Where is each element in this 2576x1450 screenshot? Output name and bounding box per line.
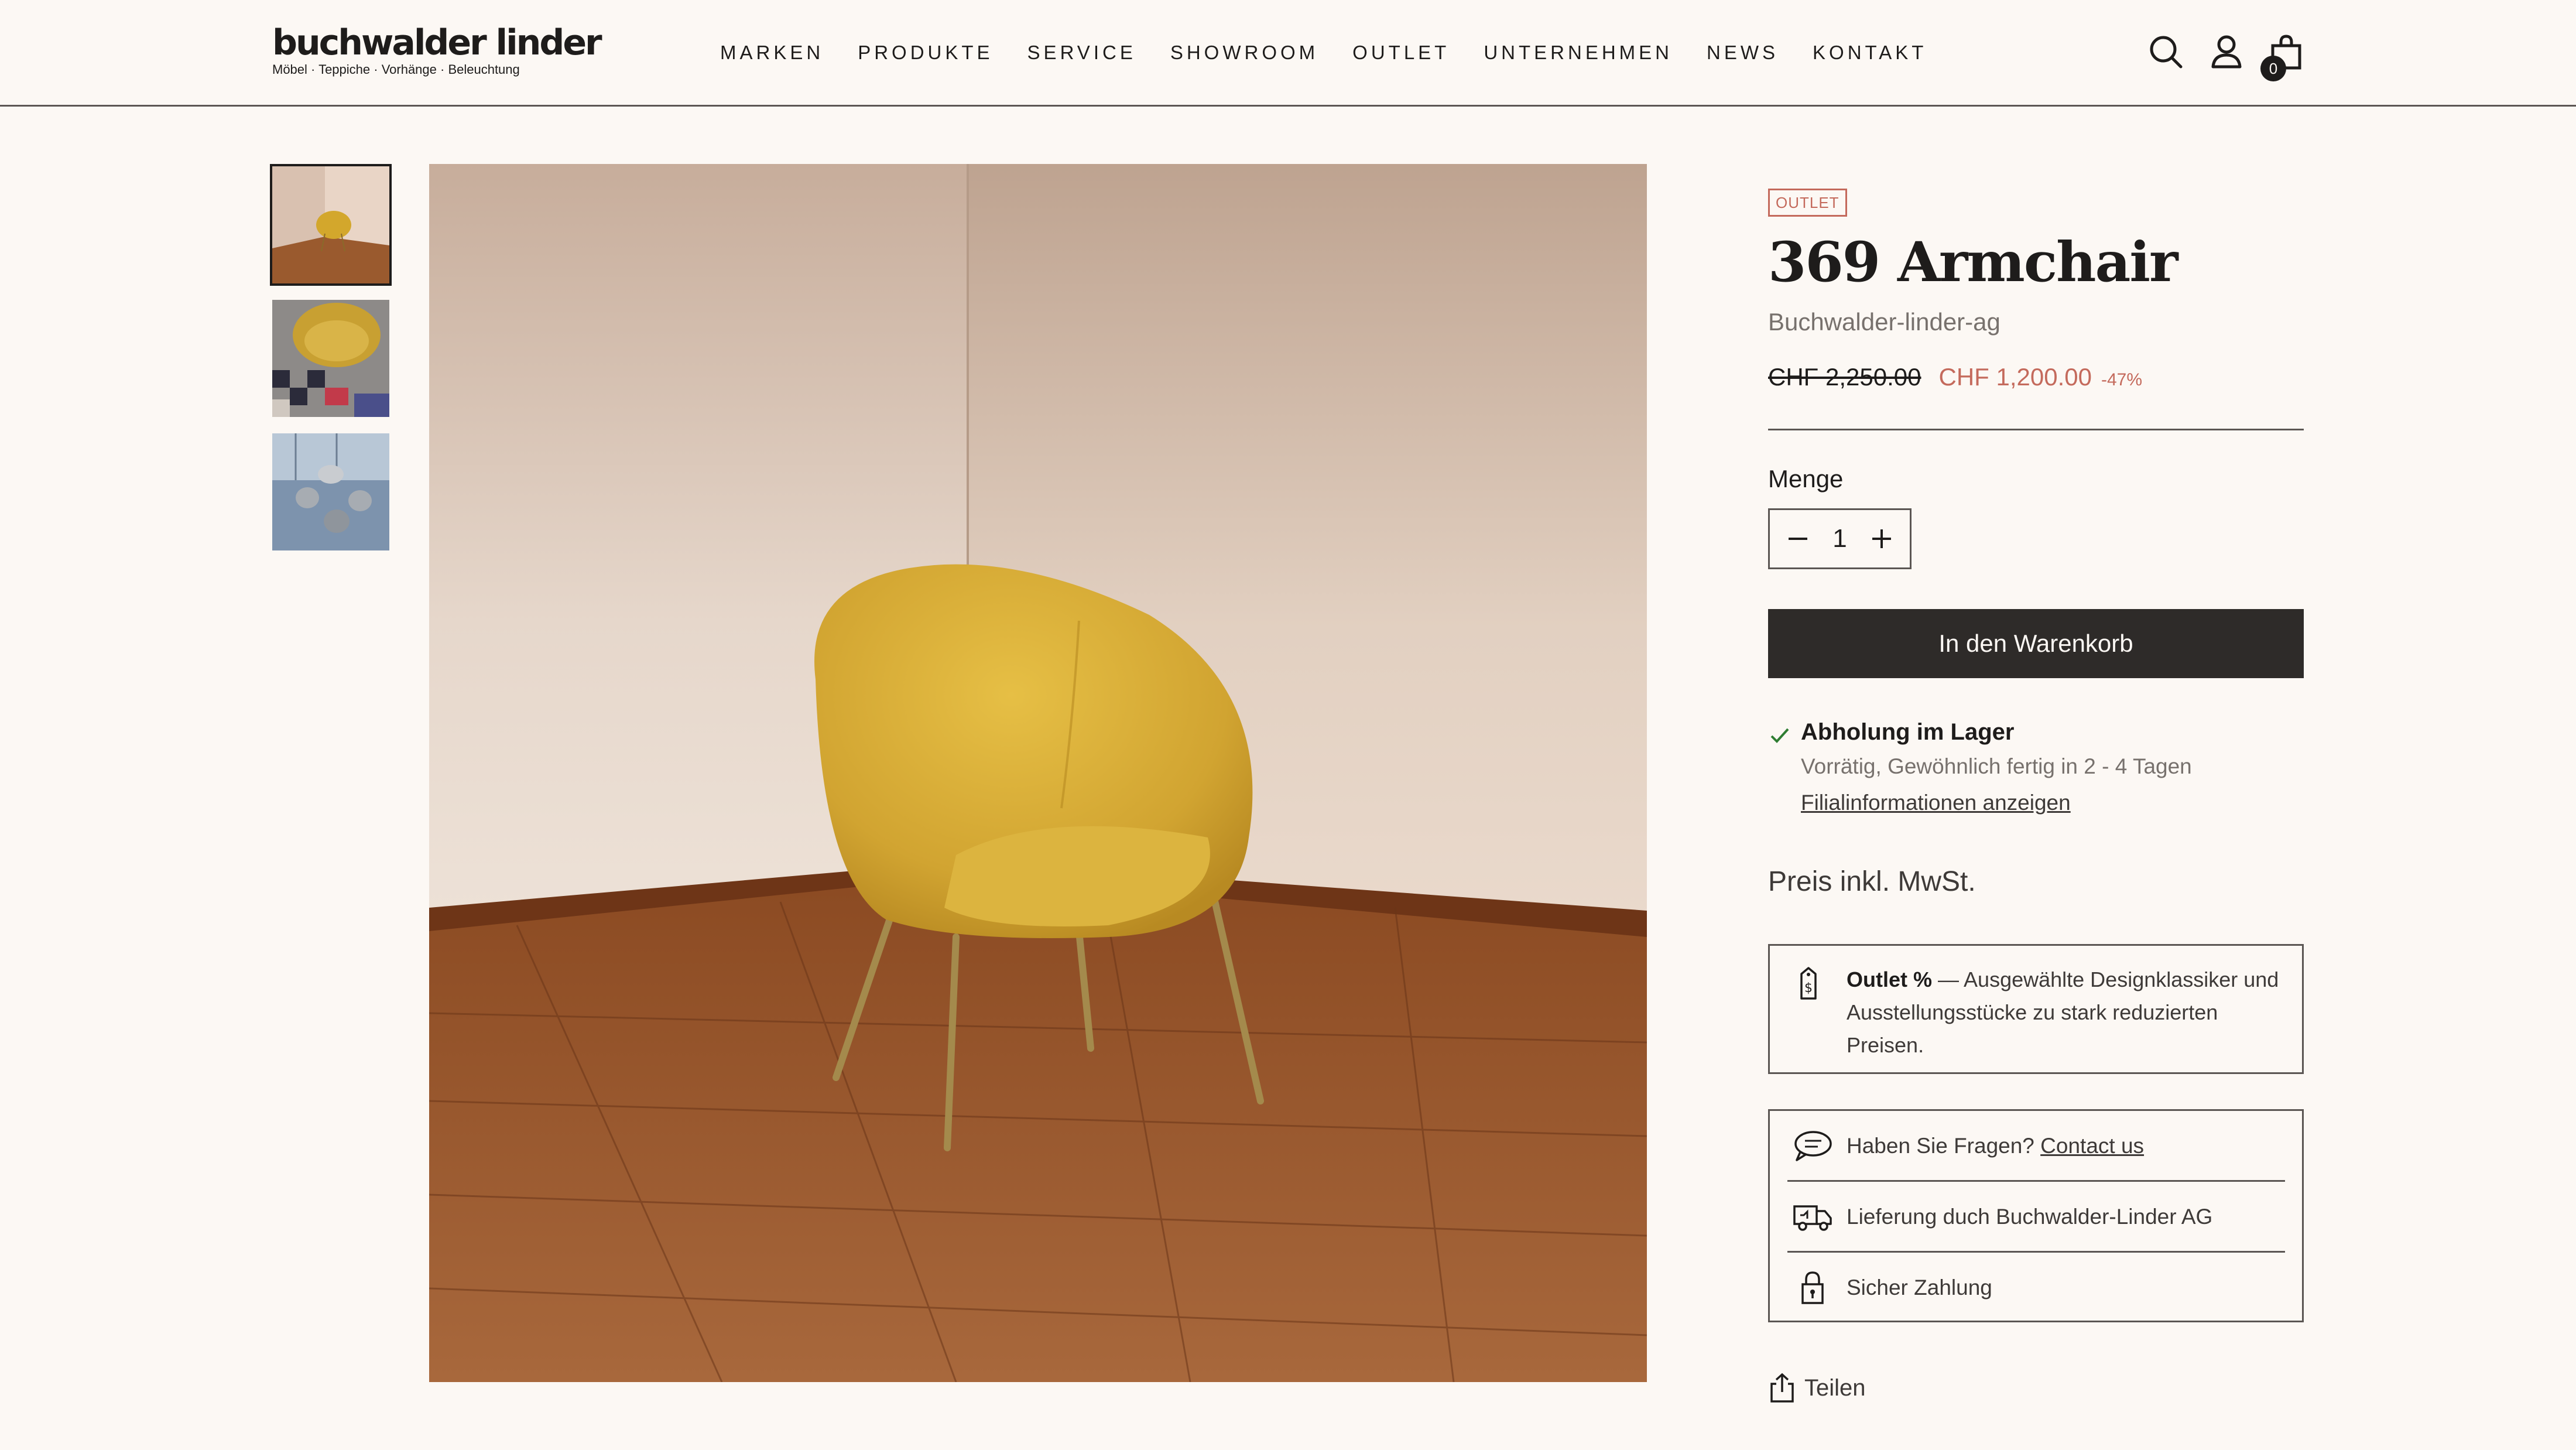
- quantity-stepper: 1: [1768, 508, 1912, 569]
- outlet-badge: OUTLET: [1768, 189, 1847, 217]
- decrease-quantity-button[interactable]: [1782, 522, 1814, 555]
- share-label: Teilen: [1804, 1374, 1866, 1401]
- divider: [1768, 429, 2304, 430]
- product-main-image[interactable]: [429, 164, 1647, 1382]
- chat-bubble-icon: [1792, 1128, 1833, 1164]
- svg-text:$: $: [1804, 981, 1813, 996]
- site-header: buchwalder linder Möbel · Teppiche · Vor…: [0, 0, 2576, 107]
- thumbnail-1[interactable]: [270, 164, 392, 286]
- product-title: 369 Armchair: [1768, 230, 2178, 295]
- nav-item-news[interactable]: NEWS: [1707, 38, 1779, 67]
- add-to-cart-button[interactable]: In den Warenkorb: [1768, 609, 2304, 678]
- share-button[interactable]: Teilen: [1768, 1370, 1866, 1405]
- nav-item-outlet[interactable]: OUTLET: [1352, 38, 1450, 67]
- questions-prefix: Haben Sie Fragen?: [1847, 1134, 2041, 1158]
- logo[interactable]: buchwalder linder Möbel · Teppiche · Vor…: [272, 22, 602, 82]
- quantity-label: Menge: [1768, 465, 1844, 493]
- delivery-text: Lieferung duch Buchwalder-Linder AG: [1847, 1205, 2213, 1229]
- thumbnail-3[interactable]: [272, 433, 389, 550]
- main-nav: MARKEN PRODUKTE SERVICE SHOWROOM OUTLET …: [720, 38, 1961, 67]
- price-row: CHF 2,250.00 CHF 1,200.00 -47%: [1768, 363, 2142, 398]
- logo-tagline: Möbel · Teppiche · Vorhänge · Beleuchtun…: [272, 62, 520, 77]
- payment-row: Sicher Zahlung: [1770, 1253, 2302, 1323]
- lock-icon: [1792, 1270, 1833, 1305]
- pickup-availability: Vorrätig, Gewöhnlich fertig in 2 - 4 Tag…: [1801, 754, 2192, 778]
- outlet-info-text: Outlet % — Ausgewählte Designklassiker u…: [1847, 963, 2291, 1062]
- search-icon[interactable]: [2146, 32, 2187, 73]
- payment-text: Sicher Zahlung: [1847, 1275, 1992, 1299]
- check-icon: [1768, 723, 1791, 747]
- questions-text: Haben Sie Fragen? Contact us: [1847, 1130, 2144, 1162]
- pickup-title: Abholung im Lager: [1801, 719, 2015, 745]
- store-info-link[interactable]: Filialinformationen anzeigen: [1801, 787, 2071, 819]
- nav-item-service[interactable]: SERVICE: [1027, 38, 1136, 67]
- nav-item-unternehmen[interactable]: UNTERNEHMEN: [1484, 38, 1673, 67]
- delivery-row: Lieferung duch Buchwalder-Linder AG: [1770, 1182, 2302, 1252]
- user-icon[interactable]: [2206, 32, 2247, 73]
- share-icon: [1768, 1372, 1796, 1404]
- increase-quantity-button[interactable]: [1865, 522, 1898, 555]
- thumbnail-2[interactable]: [272, 300, 389, 417]
- price-tag-icon: $: [1792, 966, 1825, 1002]
- nav-item-marken[interactable]: MARKEN: [720, 38, 824, 67]
- price-sale: CHF 1,200.00: [1938, 363, 2092, 391]
- quantity-input[interactable]: 1: [1832, 524, 1847, 553]
- questions-row: Haben Sie Fragen? Contact us: [1770, 1111, 2302, 1181]
- price-original: CHF 2,250.00: [1768, 363, 1921, 391]
- discount-label: -47%: [2101, 370, 2143, 389]
- cart-count-badge: 0: [2260, 56, 2286, 81]
- service-info-box: Haben Sie Fragen? Contact us Lieferung d…: [1768, 1109, 2304, 1322]
- outlet-info-bold: Outlet %: [1847, 967, 1933, 991]
- outlet-info-box: $ Outlet % — Ausgewählte Designklassiker…: [1768, 944, 2304, 1074]
- nav-item-produkte[interactable]: PRODUKTE: [858, 38, 993, 67]
- nav-item-showroom[interactable]: SHOWROOM: [1170, 38, 1318, 67]
- contact-us-link[interactable]: Contact us: [2040, 1134, 2144, 1158]
- tax-note: Preis inkl. MwSt.: [1768, 866, 1976, 897]
- product-vendor[interactable]: Buchwalder-linder-ag: [1768, 306, 2000, 338]
- nav-item-kontakt[interactable]: KONTAKT: [1813, 38, 1927, 67]
- delivery-truck-icon: [1792, 1199, 1833, 1234]
- logo-wordmark: buchwalder linder: [272, 22, 602, 63]
